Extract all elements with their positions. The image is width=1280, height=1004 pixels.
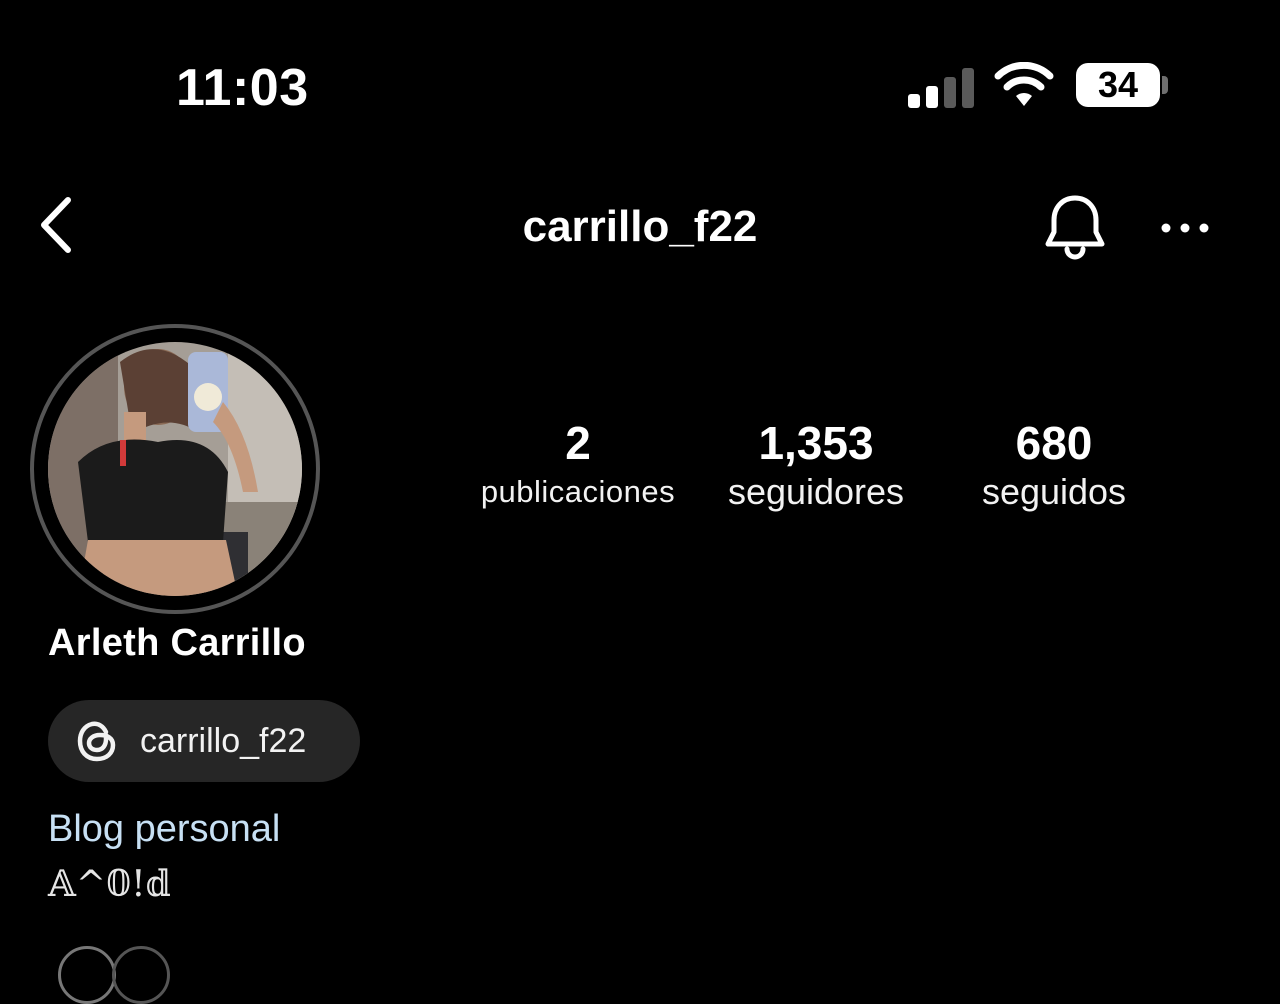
stat-followers[interactable]: 1,353 seguidores bbox=[700, 416, 932, 514]
battery-cap bbox=[1162, 76, 1168, 94]
back-button[interactable] bbox=[32, 192, 82, 262]
more-options-button[interactable] bbox=[1156, 206, 1216, 250]
threads-icon bbox=[77, 721, 116, 762]
profile-category: Blog personal bbox=[48, 808, 281, 850]
stat-followers-label: seguidores bbox=[727, 471, 905, 512]
more-dots-icon bbox=[1161, 223, 1209, 233]
profile-photo bbox=[48, 342, 302, 596]
stat-following[interactable]: 680 seguidos bbox=[938, 416, 1170, 514]
bell-icon bbox=[1045, 195, 1105, 260]
stat-posts-value: 2 bbox=[565, 417, 591, 469]
stat-following-label: seguidos bbox=[981, 471, 1127, 512]
story-highlight[interactable] bbox=[58, 946, 116, 1004]
threads-link-button[interactable]: carrillo_f22 bbox=[48, 700, 360, 782]
stat-posts[interactable]: 2 publicaciones bbox=[462, 416, 694, 514]
stat-following-value: 680 bbox=[1015, 417, 1093, 469]
stat-followers-value: 1,353 bbox=[758, 417, 874, 469]
profile-username: carrillo_f22 bbox=[522, 202, 758, 251]
profile-bio: 𝔸^𝟘!𝕕 bbox=[48, 864, 171, 905]
avatar[interactable] bbox=[48, 342, 302, 596]
story-highlight[interactable] bbox=[112, 946, 170, 1004]
chevron-left-icon bbox=[41, 197, 71, 253]
stat-posts-label: publicaciones bbox=[480, 474, 676, 509]
wifi-icon bbox=[994, 61, 1054, 108]
battery-level: 34 bbox=[1097, 64, 1139, 105]
battery-indicator: 34 bbox=[1076, 63, 1160, 107]
threads-handle: carrillo_f22 bbox=[140, 721, 307, 760]
status-time: 11:03 bbox=[176, 59, 309, 117]
display-name: Arleth Carrillo bbox=[48, 622, 306, 664]
cellular-signal-icon bbox=[908, 66, 974, 108]
notifications-button[interactable] bbox=[1040, 192, 1110, 262]
